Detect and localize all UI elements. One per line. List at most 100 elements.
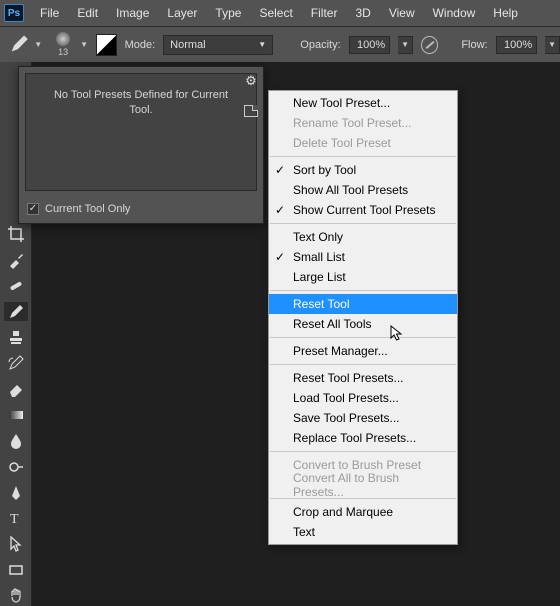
chevron-down-icon[interactable]: ▼ xyxy=(545,36,560,54)
chevron-down-icon: ▼ xyxy=(258,40,266,49)
menu-edit[interactable]: Edit xyxy=(69,2,106,24)
context-menu-item-label: New Tool Preset... xyxy=(293,96,390,110)
context-menu-item[interactable]: Large List xyxy=(269,267,457,287)
brush-tool-icon[interactable] xyxy=(4,302,28,322)
blur-tool-icon[interactable] xyxy=(4,431,28,451)
menu-separator xyxy=(270,364,456,365)
menubar: Ps File Edit Image Layer Type Select Fil… xyxy=(0,0,560,26)
tool-preset-panel: No Tool Presets Defined for Current Tool… xyxy=(18,66,264,224)
rectangle-tool-icon[interactable] xyxy=(4,560,28,580)
menu-separator xyxy=(270,337,456,338)
context-menu-item[interactable]: Save Tool Presets... xyxy=(269,408,457,428)
opacity-input[interactable]: 100% xyxy=(349,36,391,54)
menu-separator xyxy=(270,156,456,157)
new-preset-icon[interactable] xyxy=(244,105,258,117)
context-menu-item-label: Sort by Tool xyxy=(293,163,356,177)
context-menu-item-label: Save Tool Presets... xyxy=(293,411,400,425)
context-menu-item-label: Crop and Marquee xyxy=(293,505,393,519)
context-menu: New Tool Preset... Rename Tool Preset... D… xyxy=(268,90,458,545)
context-menu-item[interactable]: Reset All Tools xyxy=(269,314,457,334)
context-menu-item-label: Reset All Tools xyxy=(293,317,372,331)
history-brush-tool-icon[interactable] xyxy=(4,353,28,373)
context-menu-item-label: Text Only xyxy=(293,230,343,244)
gear-icon[interactable]: ⚙ xyxy=(245,73,257,89)
context-menu-item[interactable]: New Tool Preset... xyxy=(269,93,457,113)
menu-select[interactable]: Select xyxy=(251,2,300,24)
pen-tool-icon[interactable] xyxy=(4,483,28,503)
chevron-down-icon[interactable]: ▼ xyxy=(80,40,88,49)
menu-file[interactable]: File xyxy=(32,2,67,24)
context-menu-item[interactable]: Reset Tool Presets... xyxy=(269,368,457,388)
context-menu-item[interactable]: Load Tool Presets... xyxy=(269,388,457,408)
mode-value: Normal xyxy=(170,39,205,51)
flow-label: Flow: xyxy=(461,39,487,51)
current-tool-only-label: Current Tool Only xyxy=(45,203,130,215)
menu-window[interactable]: Window xyxy=(425,2,484,24)
context-menu-item[interactable]: Show All Tool Presets xyxy=(269,180,457,200)
brush-tool-icon[interactable] xyxy=(8,33,30,57)
crop-tool-icon[interactable] xyxy=(4,224,28,244)
stamp-tool-icon[interactable] xyxy=(4,327,28,347)
hand-tool-icon[interactable] xyxy=(4,586,28,606)
healing-tool-icon[interactable] xyxy=(4,276,28,296)
context-menu-item[interactable]: Replace Tool Presets... xyxy=(269,428,457,448)
pressure-opacity-icon[interactable] xyxy=(421,36,438,54)
options-bar: ▼ 13 ▼ Mode: Normal ▼ Opacity: 100% ▼ Fl… xyxy=(0,26,560,62)
context-menu-item-label: Preset Manager... xyxy=(293,344,388,358)
check-icon: ✓ xyxy=(275,163,285,177)
mode-label: Mode: xyxy=(125,39,156,51)
brush-panel-toggle[interactable] xyxy=(96,34,117,56)
context-menu-item-label: Load Tool Presets... xyxy=(293,391,399,405)
dodge-tool-icon[interactable] xyxy=(4,457,28,477)
context-menu-item: Convert All to Brush Presets... xyxy=(269,475,457,495)
path-select-tool-icon[interactable] xyxy=(4,534,28,554)
brush-preview[interactable]: 13 xyxy=(50,31,76,59)
opacity-label: Opacity: xyxy=(300,39,340,51)
menu-separator xyxy=(270,223,456,224)
menu-type[interactable]: Type xyxy=(207,2,249,24)
current-tool-only-checkbox[interactable]: ✓ xyxy=(27,203,39,215)
menu-separator xyxy=(270,451,456,452)
menu-help[interactable]: Help xyxy=(485,2,526,24)
context-menu-item[interactable]: Crop and Marquee xyxy=(269,502,457,522)
preset-empty-line1: No Tool Presets Defined for Current xyxy=(54,89,228,101)
context-menu-item-label: Convert to Brush Preset xyxy=(293,458,421,472)
preset-empty-line2: Tool. xyxy=(129,104,152,116)
brush-size-value: 13 xyxy=(58,47,68,57)
app-logo: Ps xyxy=(4,4,24,22)
context-menu-item[interactable]: Reset Tool xyxy=(269,294,457,314)
chevron-down-icon[interactable]: ▼ xyxy=(34,40,42,49)
eraser-tool-icon[interactable] xyxy=(4,379,28,399)
context-menu-item-label: Text xyxy=(293,525,315,539)
context-menu-item: Rename Tool Preset... xyxy=(269,113,457,133)
flow-input[interactable]: 100% xyxy=(496,36,538,54)
menu-3d[interactable]: 3D xyxy=(347,2,378,24)
context-menu-item-label: Delete Tool Preset xyxy=(293,136,391,150)
context-menu-item[interactable]: Text Only xyxy=(269,227,457,247)
type-tool-icon[interactable]: T xyxy=(4,508,28,528)
chevron-down-icon[interactable]: ▼ xyxy=(398,36,413,54)
check-icon: ✓ xyxy=(275,250,285,264)
context-menu-item-label: Replace Tool Presets... xyxy=(293,431,416,445)
gradient-tool-icon[interactable] xyxy=(4,405,28,425)
menu-layer[interactable]: Layer xyxy=(159,2,205,24)
menu-filter[interactable]: Filter xyxy=(303,2,346,24)
check-icon: ✓ xyxy=(275,203,285,217)
eyedropper-tool-icon[interactable] xyxy=(4,250,28,270)
context-menu-item-label: Convert All to Brush Presets... xyxy=(293,471,447,499)
menu-separator xyxy=(270,290,456,291)
context-menu-item[interactable]: Preset Manager... xyxy=(269,341,457,361)
svg-text:T: T xyxy=(10,512,19,527)
context-menu-item[interactable]: ✓ Sort by Tool xyxy=(269,160,457,180)
menu-view[interactable]: View xyxy=(381,2,423,24)
context-menu-item-label: Rename Tool Preset... xyxy=(293,116,412,130)
context-menu-item-label: Reset Tool xyxy=(293,297,349,311)
context-menu-item[interactable]: ✓ Show Current Tool Presets xyxy=(269,200,457,220)
brush-dot-icon xyxy=(56,32,70,46)
mode-select[interactable]: Normal ▼ xyxy=(163,35,273,55)
context-menu-item[interactable]: Text xyxy=(269,522,457,542)
context-menu-item-label: Show Current Tool Presets xyxy=(293,203,436,217)
context-menu-item-label: Small List xyxy=(293,250,345,264)
context-menu-item[interactable]: ✓ Small List xyxy=(269,247,457,267)
menu-image[interactable]: Image xyxy=(108,2,157,24)
